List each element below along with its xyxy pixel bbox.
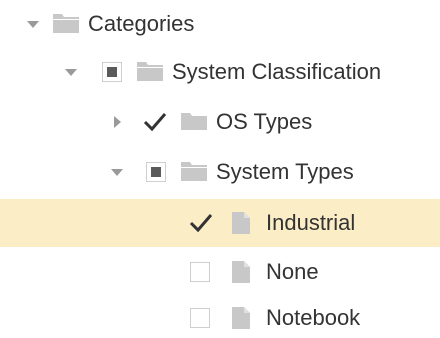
folder-open-icon	[181, 162, 207, 181]
tree-node-notebook[interactable]: Notebook	[0, 298, 440, 338]
file-icon	[232, 307, 250, 329]
checkmark-icon[interactable]	[189, 213, 213, 233]
folder-open-icon	[137, 62, 163, 81]
file-icon	[232, 261, 250, 283]
file-icon	[232, 212, 250, 234]
category-tree: Categories System Classification OS Type…	[0, 0, 440, 338]
tree-node-label: System Classification	[172, 59, 382, 84]
partial-checkbox[interactable]	[146, 162, 166, 182]
partial-checkbox[interactable]	[102, 62, 122, 82]
tree-node-none[interactable]: None	[0, 248, 440, 296]
tree-node-system-classification[interactable]: System Classification	[0, 48, 440, 96]
folder-icon	[181, 113, 207, 130]
checkmark-icon[interactable]	[143, 112, 167, 132]
tree-node-label: System Types	[216, 159, 354, 184]
tree-node-industrial[interactable]: Industrial	[0, 199, 440, 247]
tree-node-categories[interactable]: Categories	[0, 0, 440, 48]
expand-arrow-icon[interactable]	[110, 165, 124, 179]
tree-node-label: Categories	[88, 11, 195, 36]
tree-node-label: None	[266, 259, 319, 284]
checkbox[interactable]	[190, 262, 210, 282]
checkbox[interactable]	[190, 308, 210, 328]
expand-arrow-icon[interactable]	[64, 65, 78, 79]
tree-node-label: Industrial	[266, 210, 356, 235]
tree-node-label: Notebook	[266, 305, 361, 330]
tree-node-system-types[interactable]: System Types	[0, 148, 440, 196]
expand-arrow-icon[interactable]	[26, 17, 40, 31]
folder-open-icon	[53, 14, 79, 33]
tree-node-os-types[interactable]: OS Types	[0, 98, 440, 146]
collapse-arrow-icon[interactable]	[110, 115, 124, 129]
tree-node-label: OS Types	[216, 109, 313, 134]
